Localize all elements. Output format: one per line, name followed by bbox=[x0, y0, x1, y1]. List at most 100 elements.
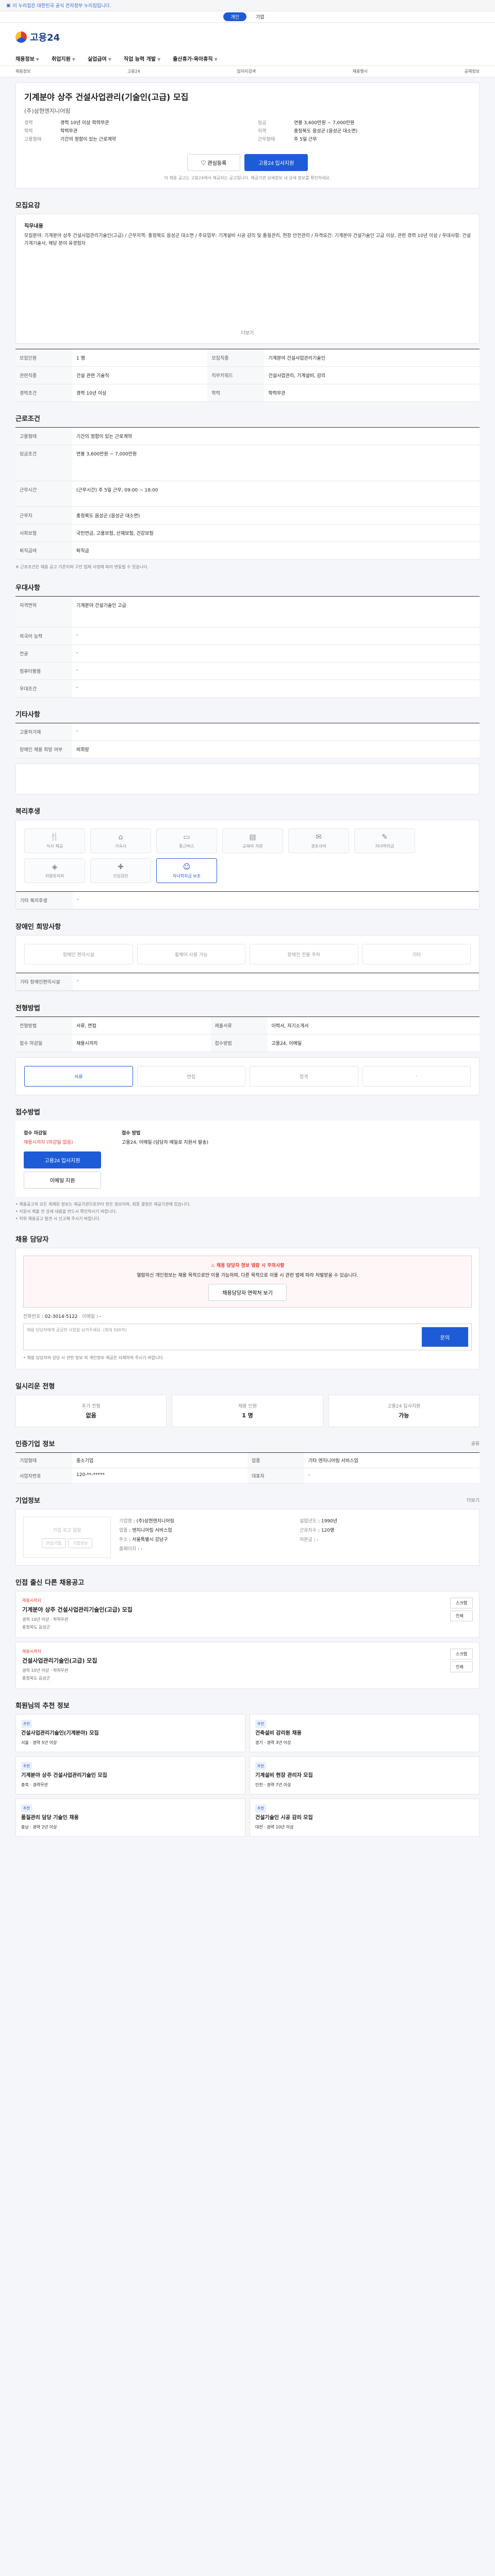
chevron-down-icon: ▼ bbox=[36, 57, 39, 62]
heart-icon: ♡ bbox=[201, 161, 208, 166]
recommend-item[interactable]: 추천 기계설비 현장 관리자 모집 인천 · 경력 7년 이상 bbox=[250, 1756, 480, 1794]
scrap-button[interactable]: 스크랩 bbox=[450, 1598, 473, 1608]
share-button[interactable]: 공유 bbox=[471, 1440, 480, 1447]
employment-type-value: 기간의 정함이 있는 근로계약 bbox=[60, 137, 116, 142]
section-title-company: 기업정보 bbox=[15, 1497, 40, 1505]
section-title-disability: 장애인 희망사항 bbox=[15, 923, 61, 931]
nearby-cards: 추가 전형 없음 채용 인원 1 명 고용24 입사지원 가능 bbox=[15, 1395, 480, 1427]
process-table: 전형방법 서류, 면접 제출서류 이력서, 자기소개서 접수 마감일 채용시까지 접수방법… bbox=[15, 1016, 480, 1052]
recommend-item[interactable]: 추천 기계분야 상주 건설사업관리기술인 모집 충북 · 경력무관 bbox=[15, 1756, 245, 1794]
more-link[interactable]: 더보기 bbox=[467, 1497, 480, 1503]
logo-icon bbox=[15, 31, 27, 43]
conditions-table: 고용형태 기간의 정함이 있는 근로계약 임금조건 연봉 3,600만원 ~ 7,0… bbox=[15, 427, 480, 560]
bus-icon: ▭ bbox=[183, 833, 190, 841]
gift-icon: ✉ bbox=[316, 833, 322, 841]
fav-company-button[interactable]: 관심기업 bbox=[41, 1538, 66, 1548]
recommend-grid: 추천 건설사업관리기술인(기계분야) 모집 서울 · 경력 5년 이상 추천 건축설비… bbox=[15, 1714, 480, 1837]
education-value: 학력무관 bbox=[60, 129, 78, 134]
section-title-nearby: 일시리운 전형 bbox=[15, 1383, 55, 1391]
warning-icon: ⚠ bbox=[210, 1263, 217, 1268]
section-title-welfare: 우대사항 bbox=[15, 584, 40, 592]
send-button[interactable]: 문의 bbox=[422, 1327, 468, 1347]
top-notice-text: 이 누리집은 대한민국 공식 전자정부 누리집입니다. bbox=[12, 4, 111, 9]
flag-icon: ▣ bbox=[6, 3, 11, 8]
chevron-down-icon: ▼ bbox=[72, 57, 75, 62]
recommend-item[interactable]: 추천 품질관리 담당 기술인 채용 충남 · 경력 2년 이상 bbox=[15, 1799, 245, 1837]
apply-box: 접수 마감일 채용시까지 (마감일 없음) 고용24 입사지원 이메일 지원 접… bbox=[15, 1121, 480, 1197]
work-type-value: 주 5일 근무 bbox=[294, 137, 317, 142]
sub-nav: 채용정보 고용24 일자리검색 채용행사 공채정보 bbox=[0, 66, 495, 77]
recommend-item[interactable]: 추천 건설기술인 시공 감리 모집 대전 · 경력 10년 이상 bbox=[250, 1799, 480, 1837]
child-icon: ☺ bbox=[183, 862, 191, 871]
view-contact-button[interactable]: 채용담당자 연락처 보기 bbox=[208, 1284, 287, 1301]
benefit-health: ✚ 건강검진 bbox=[90, 858, 151, 883]
meal-icon: 🍴 bbox=[50, 833, 59, 841]
benefit-event: ✉ 경조사비 bbox=[288, 828, 349, 853]
scrap-button[interactable]: 스크랩 bbox=[450, 1649, 473, 1659]
company-box: 기업 로고 없음 관심기업 기업정보 기업명 : (주)삼현엔지니어링 업종 : … bbox=[15, 1509, 480, 1566]
apply-button-2[interactable]: 고용24 입사지원 bbox=[24, 1151, 101, 1168]
logo[interactable]: 고용24 bbox=[15, 30, 60, 44]
school-icon: ✎ bbox=[382, 833, 388, 841]
logo-text: 고용24 bbox=[30, 32, 60, 43]
benefit-car: ◈ 차량유지비 bbox=[24, 858, 85, 883]
others-table: 고용허가제 - 장애인 채용 희망 여부 비희망 bbox=[15, 723, 480, 758]
main-nav: 채용정보 ▼ 취업지원 ▼ 실업급여 ▼ 직업 능력 개발 ▼ 출산휴가·육아휴직 ▼ bbox=[0, 52, 495, 66]
print-button[interactable]: 인쇄 bbox=[450, 1662, 473, 1672]
company-logo: 기업 로고 없음 관심기업 기업정보 bbox=[23, 1517, 111, 1558]
salary-value: 연봉 3,600만원 ~ 7,000만원 bbox=[294, 121, 355, 126]
info-grid: 기업형태 중소기업 업종 기타 엔지니어링 서비스업 사업자번호 120-**-****… bbox=[15, 1452, 480, 1484]
recommend-item[interactable]: 추천 건축설비 감리원 채용 경기 · 경력 3년 이상 bbox=[250, 1714, 480, 1752]
detail-desc: 직무내용 모집분야: 기계분야 상주 건설사업관리기술인(고급) / 근무지역:… bbox=[15, 214, 480, 344]
subnav-item[interactable]: 채용정보 bbox=[15, 69, 30, 74]
chevron-down-icon: ▼ bbox=[108, 57, 111, 62]
subnav-item[interactable]: 일자리검색 bbox=[237, 69, 256, 74]
benefit-meal: 🍴 식사 제공 bbox=[24, 828, 85, 853]
location-value: 충청북도 음성군 (음성군 대소면) bbox=[294, 129, 358, 134]
job-summary-card: 기계분야 상주 건설사업관리(기술인(고급) 모집 (주)삼현엔지니어링 경력 경… bbox=[15, 82, 480, 189]
section-title-apply: 접수방법 bbox=[15, 1109, 40, 1116]
gnb-company[interactable]: 기업 bbox=[249, 12, 272, 21]
nav-item-jobs[interactable]: 채용정보 ▼ bbox=[15, 55, 39, 62]
company-name[interactable]: (주)삼현엔지니어링 bbox=[24, 107, 471, 115]
recommend-item[interactable]: 추천 건설사업관리기술인(기계분야) 모집 서울 · 경력 5년 이상 bbox=[15, 1714, 245, 1752]
nav-item-leave[interactable]: 출산휴가·육아휴직 ▼ bbox=[173, 55, 218, 62]
expand-button[interactable]: 더보기 bbox=[24, 329, 471, 336]
similar-job[interactable]: 채용시까지 기계분야 상주 건설사업관리기술인(고급) 모집 경력 10년 이상 ·… bbox=[15, 1591, 480, 1638]
house-icon: ⌂ bbox=[118, 833, 123, 841]
benefit-edu: ▤ 교육비 지원 bbox=[222, 828, 283, 853]
contact-box: ⚠ 채용 담당자 정보 열람 시 주의사항 열람하신 개인정보는 채용 목적으로만… bbox=[15, 1248, 480, 1369]
apply-button[interactable]: 고용24 입사지원 bbox=[244, 154, 308, 171]
chevron-down-icon: ▼ bbox=[157, 57, 161, 62]
nav-item-training[interactable]: 직업 능력 개발 ▼ bbox=[124, 55, 160, 62]
chevron-down-icon: ▼ bbox=[214, 57, 218, 62]
section-title-process: 전형방법 bbox=[15, 1005, 40, 1012]
health-icon: ✚ bbox=[118, 862, 124, 871]
gnb-personal[interactable]: 개인 bbox=[223, 12, 246, 21]
nav-item-support[interactable]: 취업지원 ▼ bbox=[52, 55, 75, 62]
section-title-similar: 인접 출신 다른 채용공고 bbox=[15, 1579, 85, 1587]
section-title-conditions: 근로조건 bbox=[15, 415, 40, 423]
top-notice-bar: ▣ 이 누리집은 대한민국 공식 전자정부 누리집입니다. bbox=[0, 0, 495, 11]
like-button[interactable]: ♡ 관심등록 bbox=[187, 154, 241, 171]
benefit-icons: 🍴 식사 제공 ⌂ 기숙사 ▭ 통근버스 ▤ 교육비 지원 ✉ 경조사비 ✎ 자녀학자금 ◈… bbox=[16, 820, 479, 891]
benefit-child: ☺ 자녀학자금 보조 bbox=[156, 858, 217, 883]
benefit-bus: ▭ 통근버스 bbox=[156, 828, 217, 853]
section-title-others: 기타사항 bbox=[15, 711, 40, 719]
gnb: 개인 기업 bbox=[0, 11, 495, 23]
subnav-item[interactable]: 공채정보 bbox=[465, 69, 480, 74]
inquiry-textarea[interactable]: 채용 담당자에게 궁금한 사항을 남겨주세요. (최대 500자) 문의 bbox=[23, 1324, 472, 1350]
similar-job[interactable]: 채용시까지 건설사업관리기술인(고급) 모집 경력 10년 이상 · 학력무관 충청북… bbox=[15, 1642, 480, 1689]
benefit-school: ✎ 자녀학자금 bbox=[354, 828, 415, 853]
company-info-button[interactable]: 기업정보 bbox=[68, 1538, 93, 1548]
section-title-detail: 모집요강 bbox=[15, 202, 40, 210]
disability-icons: 장애인 편의시설 휠체어 사용 가능 장애인 전용 주차 기타 bbox=[16, 936, 479, 973]
car-icon: ◈ bbox=[52, 862, 58, 871]
subnav-item[interactable]: 채용행사 bbox=[353, 69, 368, 74]
book-icon: ▤ bbox=[249, 833, 256, 841]
welfare-table: 자격면허 기계분야 건설기술인 고급 외국어 능력 - 전공 - 컴퓨터활용 - 우대조… bbox=[15, 596, 480, 698]
print-button[interactable]: 인쇄 bbox=[450, 1611, 473, 1621]
email-apply-button[interactable]: 이메일 지원 bbox=[24, 1172, 101, 1189]
nav-item-benefit[interactable]: 실업급여 ▼ bbox=[88, 55, 111, 62]
subnav-item[interactable]: 고용24 bbox=[127, 69, 140, 74]
